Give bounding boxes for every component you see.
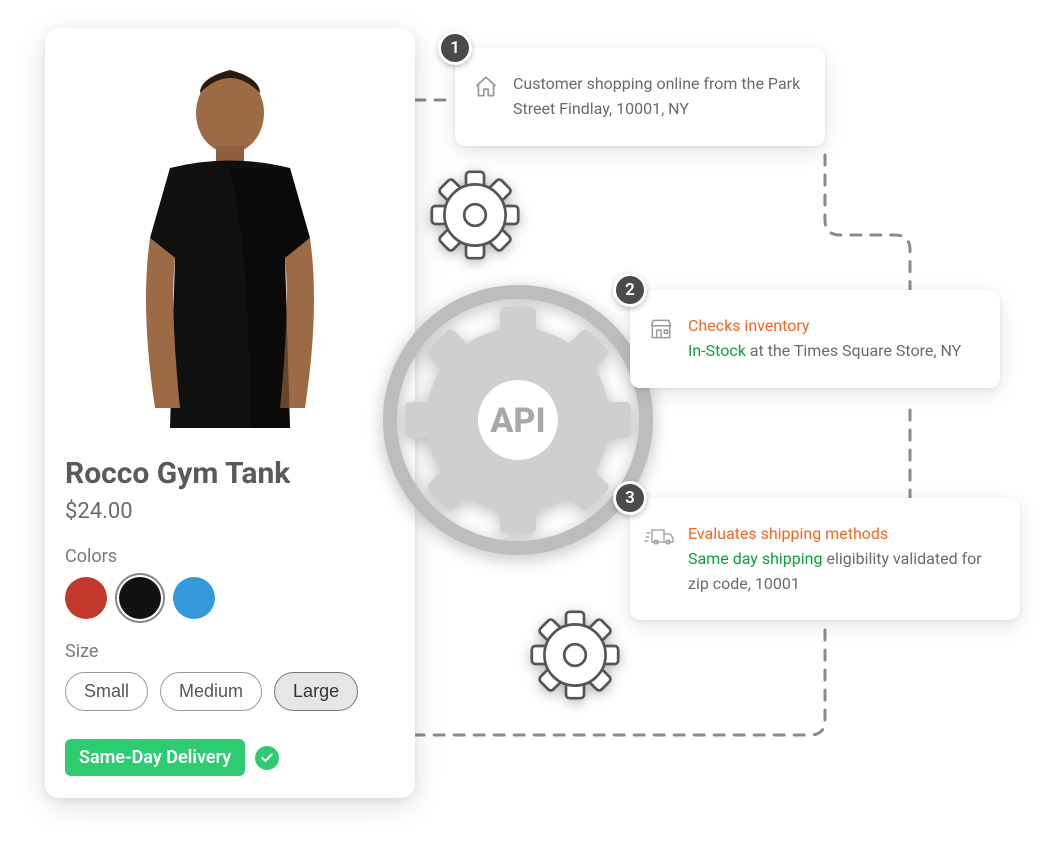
product-price: $24.00 xyxy=(65,499,395,524)
product-image xyxy=(65,48,395,448)
color-option-blue[interactable] xyxy=(173,577,215,619)
step-card-1: 1 Customer shopping online from the Park… xyxy=(455,48,825,146)
color-option-black[interactable] xyxy=(119,577,161,619)
size-option-medium[interactable]: Medium xyxy=(160,672,262,711)
colors-label: Colors xyxy=(65,546,395,567)
api-gear-icon: API xyxy=(378,280,658,560)
size-option-large[interactable]: Large xyxy=(274,672,358,711)
product-title: Rocco Gym Tank xyxy=(65,456,395,491)
size-options: Small Medium Large xyxy=(65,672,395,711)
step-2-status: In-Stock xyxy=(688,341,746,360)
step-3-title: Evaluates shipping methods xyxy=(688,524,888,543)
step-3-status: Same day shipping xyxy=(688,549,822,568)
step-card-3: 3 Evaluates shipping methods Same day sh… xyxy=(630,498,1020,620)
step-card-2: 2 Checks inventory In-Stock at the Times… xyxy=(630,290,1000,388)
step-2-tail: at the Times Square Store, NY xyxy=(746,341,961,360)
store-icon xyxy=(648,316,674,342)
step-1-text: Customer shopping online from the Park S… xyxy=(513,74,800,118)
api-label: API xyxy=(490,401,545,441)
size-option-small[interactable]: Small xyxy=(65,672,148,711)
color-options xyxy=(65,577,395,619)
check-icon xyxy=(255,746,279,770)
delivery-row: Same-Day Delivery xyxy=(65,739,395,776)
truck-icon xyxy=(644,524,676,550)
step-badge-1: 1 xyxy=(438,31,472,65)
size-label: Size xyxy=(65,641,395,662)
gear-icon xyxy=(430,170,520,260)
gear-icon xyxy=(530,610,620,700)
step-badge-3: 3 xyxy=(613,481,647,515)
home-icon xyxy=(473,74,499,100)
step-badge-2: 2 xyxy=(613,273,647,307)
color-option-red[interactable] xyxy=(65,577,107,619)
product-card: Rocco Gym Tank $24.00 Colors Size Small … xyxy=(45,28,415,798)
delivery-badge: Same-Day Delivery xyxy=(65,739,245,776)
step-2-title: Checks inventory xyxy=(688,316,809,335)
